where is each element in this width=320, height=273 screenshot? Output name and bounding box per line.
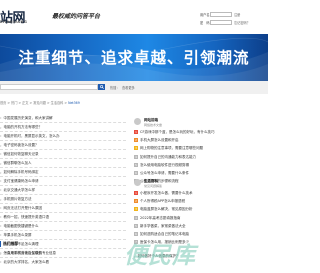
ranking-item-label: 小程序开发怎么做，需要什么技术	[140, 191, 193, 195]
hot-search-link[interactable]: 查看更多	[122, 85, 135, 90]
ranking-item-label: 手机大屏怎么设置和开启	[140, 138, 179, 143]
ranking-item[interactable]: 3 电脑蓝屏怎么解决，常见原因分析	[134, 205, 268, 213]
list-item[interactable]: ：电脑截图快捷键是什么	[0, 222, 126, 231]
register-link[interactable]: 注册	[234, 12, 240, 17]
site-logo-subtitle: ZHANWANG	[0, 20, 28, 24]
list-item[interactable]: ：北京的大学排名，大家怎么看	[0, 258, 126, 266]
ranking-item-label: 新手学做菜，家常菜做法大全	[140, 223, 186, 228]
username-row: 用户名： 注册	[200, 12, 262, 18]
rank-number: 4	[134, 154, 138, 159]
list-item[interactable]: ，如何解除手机号码绑定	[0, 168, 126, 177]
list-item[interactable]: ，电脑的开机方法有哪些？	[0, 123, 126, 132]
hot-search-label: 热搜：	[110, 86, 120, 90]
rank-number: 1	[134, 130, 138, 134]
ranking-item-label: 怎么使用电脑软件进行视频剪辑	[140, 162, 189, 167]
list-item[interactable]: ：中国发展历史演变，和大家讲解	[0, 114, 126, 123]
password-input[interactable]	[210, 20, 232, 25]
list-item[interactable]: ，电子密码锁怎么设置？	[0, 141, 126, 150]
ranking-item[interactable]: 5 新手学做菜，家常菜做法大全	[134, 222, 268, 230]
ranking-item-label: CF游戏中那个蓝，是怎么玩的好玩，有什么技巧	[140, 130, 215, 134]
hero-banner: 注重细节、追求卓越、引领潮流	[0, 34, 268, 81]
ranking-item-label: 网上购物的注意事项，需要注意哪些问题	[140, 146, 203, 151]
list-item[interactable]: ：微信如何恢复聊天记录	[0, 150, 126, 159]
avatar	[134, 118, 141, 125]
password-row: 密 码： 忘记密码？	[200, 20, 262, 26]
watermark: 便民库	[124, 243, 196, 269]
article-list: ：中国发展历史演变，和大家讲解 ，电脑的开机方法有哪些？ ：电脑开机时，黑屏显示…	[0, 114, 126, 258]
rank-number: 6	[134, 170, 138, 175]
ranking-item[interactable]: 3 网上购物的注意事项，需要注意哪些问题	[134, 144, 268, 152]
panel-header: 网站前端 网络技术文章	[134, 118, 268, 128]
list-item[interactable]: ：电脑开机时，黑屏显示英文，怎么办	[0, 132, 126, 141]
rank-number: 3	[134, 207, 138, 212]
ranking-item-label: 电脑蓝屏怎么解决，常见原因分析	[140, 207, 193, 212]
ranking-item[interactable]: 4 2022年高考志愿填报指南	[134, 214, 268, 222]
search-input[interactable]	[0, 84, 98, 90]
avatar	[134, 179, 141, 186]
rank-number: 2	[134, 199, 138, 204]
search-bar: 热搜： 查看更多	[0, 81, 268, 94]
ranking-panel: 网站前端 网络技术文章 1 CF游戏中那个蓝，是怎么玩的好玩，有什么技巧 2 手机大…	[134, 118, 268, 185]
breadcrumb-item[interactable]: 生活百科	[51, 101, 64, 105]
breadcrumb: 首页> 热门> 正文> 常见问题> 生活百科> Net369	[0, 101, 80, 105]
forgot-password-link[interactable]: 忘记密码？	[234, 20, 250, 25]
site-slogan: 最权威的问答平台	[52, 13, 101, 20]
breadcrumb-item[interactable]: 常见问题	[33, 101, 46, 105]
search-icon	[99, 85, 104, 89]
banner-title: 注重细节、追求卓越、引领潮流	[18, 48, 250, 67]
panel-header: 生活百科 常见问题解答	[134, 179, 268, 189]
rank-number: 2	[134, 138, 138, 143]
ranking-item-label: 公众号怎么申请，需要什么条件	[140, 170, 189, 175]
ranking-item[interactable]: 5 怎么使用电脑软件进行视频剪辑	[134, 161, 268, 169]
section-heading: 热门推荐	[0, 241, 126, 247]
breadcrumb-item[interactable]: 热门	[11, 101, 17, 105]
ranking-item[interactable]: 6 公众号怎么申请，需要什么条件	[134, 169, 268, 177]
list-item[interactable]: ：教你一招，快速提升英语口语	[0, 213, 126, 222]
ranking-item-label: 如何提升自己的沟通能力和表达能力	[140, 154, 196, 159]
rank-number: 5	[134, 223, 138, 228]
rank-number: 5	[134, 162, 138, 167]
list-item[interactable]: ：苹果手机怎么录屏	[0, 231, 126, 240]
breadcrumb-item[interactable]: 首页	[0, 101, 6, 105]
ranking-item[interactable]: 4 如何提升自己的沟通能力和表达能力	[134, 153, 268, 161]
list-item[interactable]: ：支付宝健康码怎么申请	[0, 177, 126, 186]
list-item[interactable]: ：网页无法打开是什么原因	[0, 204, 126, 213]
list-item[interactable]: ，手机照片恢复方法	[0, 195, 126, 204]
search-button[interactable]	[98, 84, 105, 90]
list-item[interactable]: ，一直来同学对社会互联的专业信息	[0, 249, 126, 257]
panel-subtitle: 网络技术文章	[144, 122, 163, 127]
ranking-item[interactable]: 1 CF游戏中那个蓝，是怎么玩的好玩，有什么技巧	[134, 128, 268, 136]
list-item[interactable]: ：北京交通大学怎么样	[0, 186, 126, 195]
rank-number: 3	[134, 146, 138, 151]
rank-number: 1	[134, 191, 138, 195]
list-item[interactable]: ，微信群聊怎么加人	[0, 159, 126, 168]
breadcrumb-current: Net369	[68, 101, 80, 105]
rank-number: 4	[134, 215, 138, 220]
username-input[interactable]	[210, 12, 232, 17]
ranking-item[interactable]: 1 小程序开发怎么做，需要什么技术	[134, 189, 268, 197]
ranking-item-label: 2022年高考志愿填报指南	[140, 215, 181, 220]
breadcrumb-item[interactable]: 正文	[22, 101, 28, 105]
ranking-item-label: 个人所得税APP怎么申报退税	[140, 199, 186, 204]
ranking-item[interactable]: 2 个人所得税APP怎么申报退税	[134, 197, 268, 205]
ranking-item[interactable]: 2 手机大屏怎么设置和开启	[134, 136, 268, 144]
panel-subtitle: 常见问题解答	[144, 183, 163, 188]
